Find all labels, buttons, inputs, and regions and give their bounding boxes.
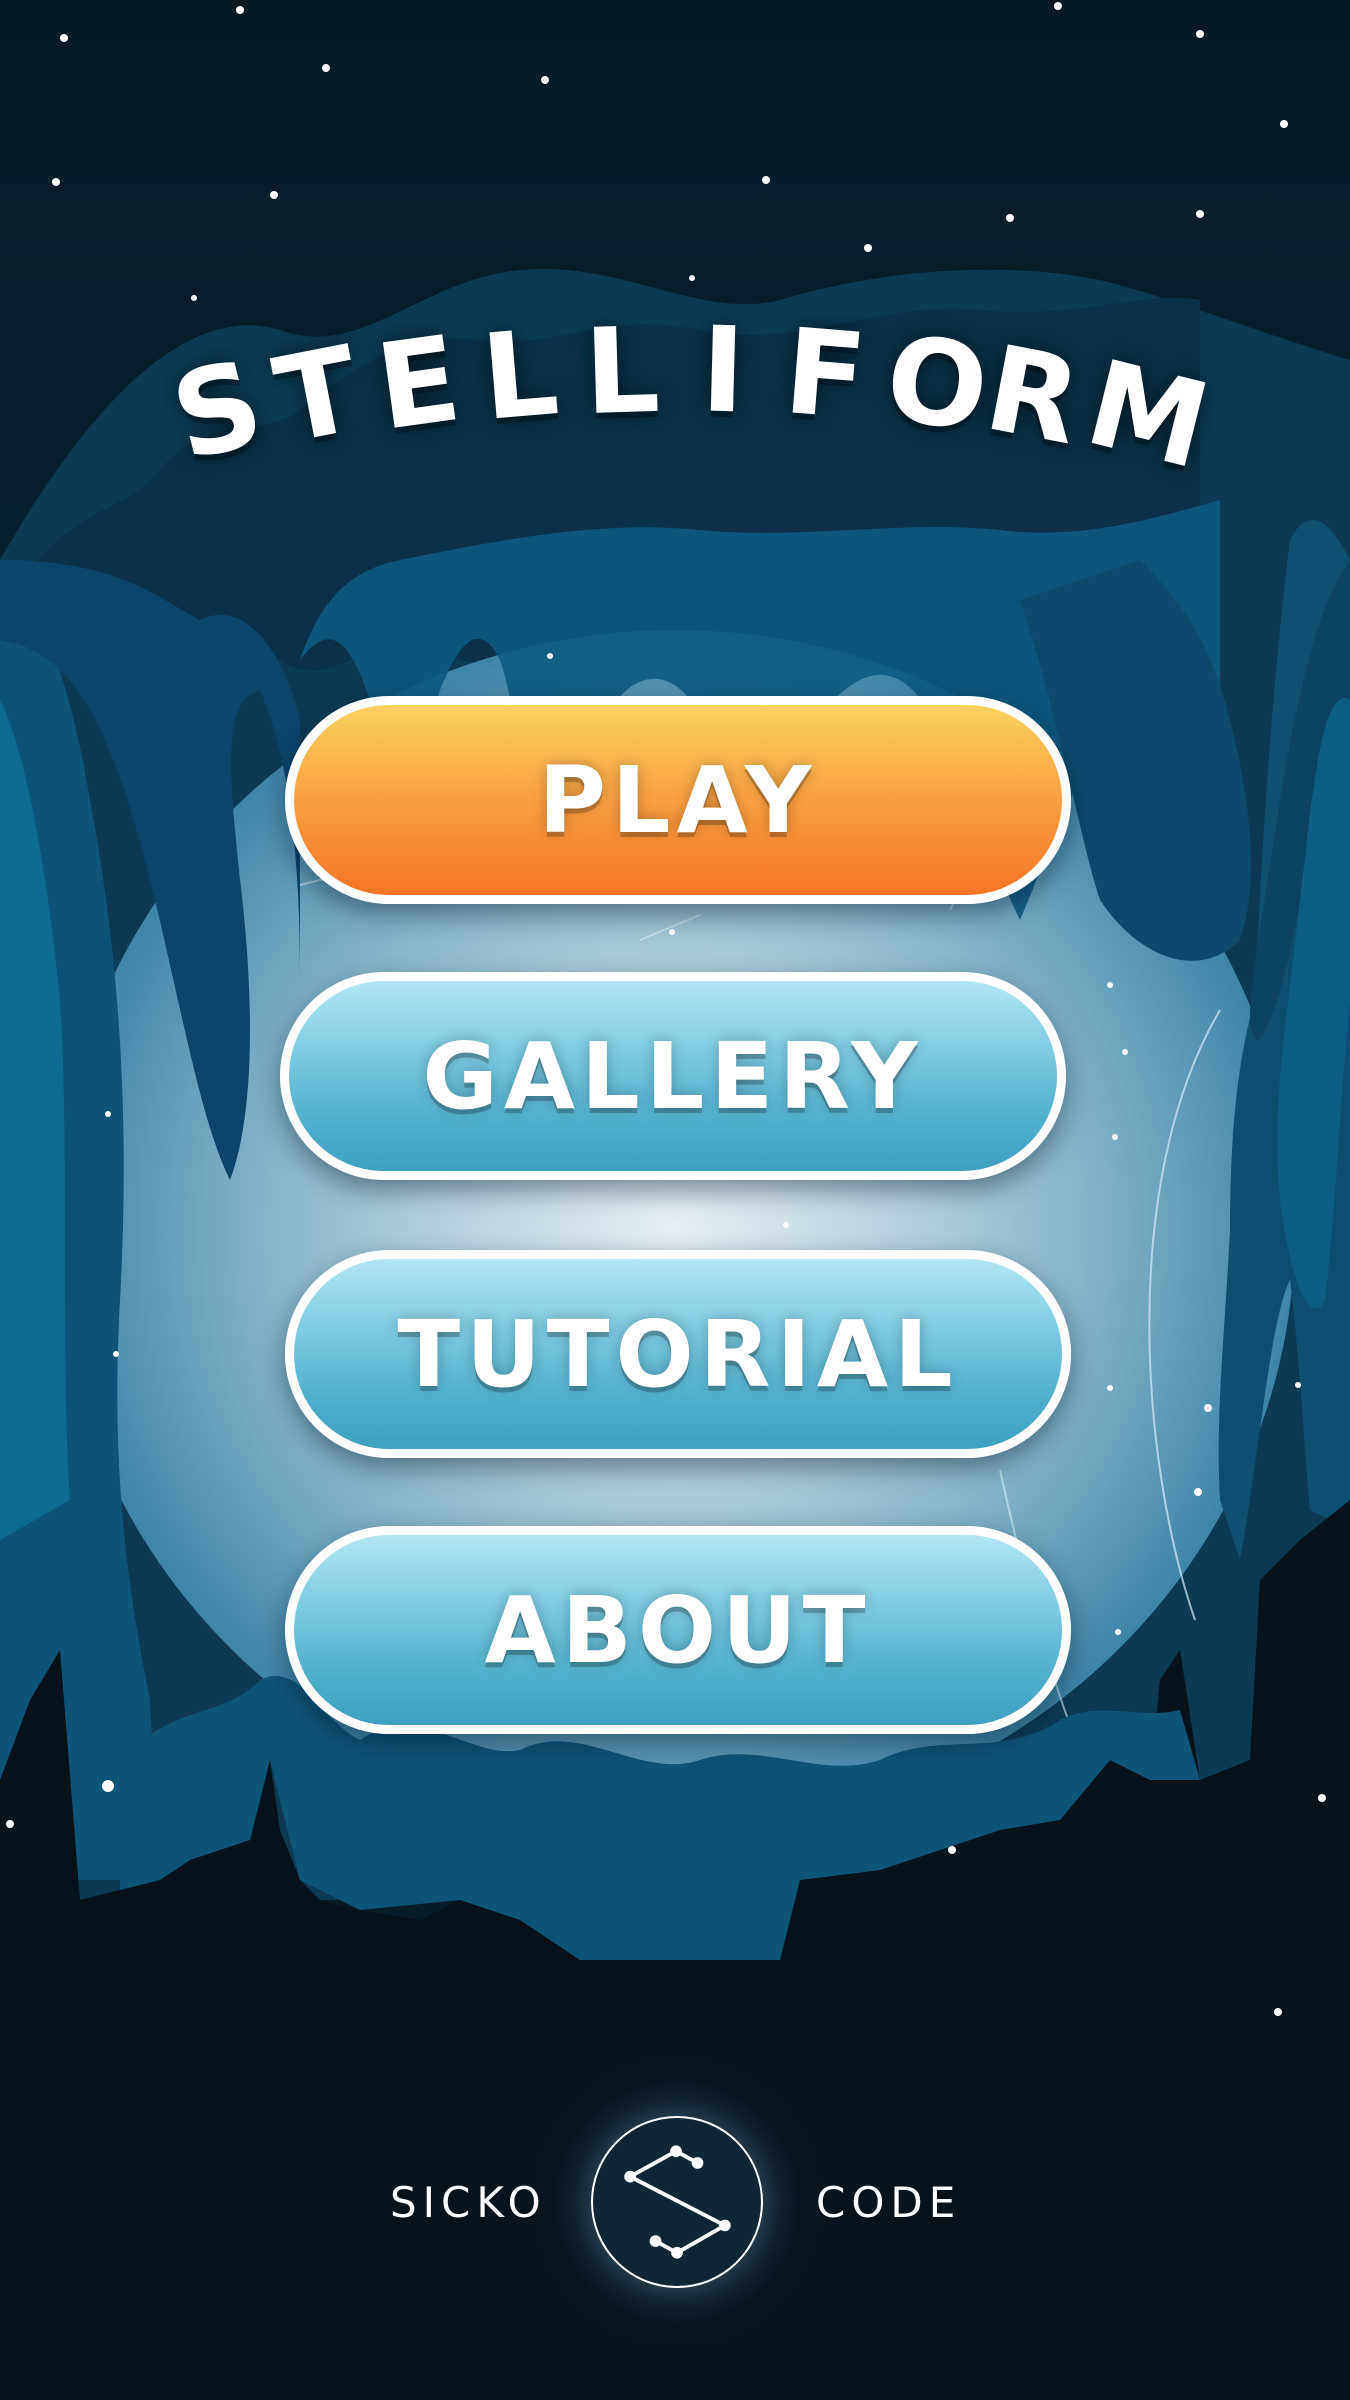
game-title-letter: T bbox=[264, 319, 370, 471]
tutorial-button-label: TUTORIAL bbox=[397, 1300, 959, 1408]
game-title-letter: L bbox=[476, 302, 564, 447]
game-title-letter: L bbox=[582, 300, 662, 441]
game-title-letter: E bbox=[369, 308, 469, 457]
game-title-letter: O bbox=[877, 308, 996, 459]
game-title: STELLIFORM bbox=[0, 300, 1350, 500]
studio-name-right: CODE bbox=[816, 2178, 962, 2227]
play-button[interactable]: PLAY bbox=[285, 696, 1071, 904]
studio-name-left: SICKO bbox=[390, 2178, 547, 2227]
constellation-s-icon bbox=[591, 2116, 763, 2288]
game-title-letter: M bbox=[1074, 333, 1222, 496]
game-title-letter: F bbox=[779, 302, 872, 447]
play-button-label: PLAY bbox=[538, 746, 818, 854]
about-button-label: ABOUT bbox=[484, 1576, 872, 1684]
game-title-letter: I bbox=[699, 300, 748, 440]
about-button[interactable]: ABOUT bbox=[285, 1526, 1071, 1734]
game-title-letter: S bbox=[159, 332, 276, 488]
tutorial-button[interactable]: TUTORIAL bbox=[285, 1250, 1071, 1458]
gallery-button-label: GALLERY bbox=[422, 1022, 924, 1130]
main-menu-screen: STELLIFORM PLAY GALLERY TUTORIAL ABOUT S… bbox=[0, 0, 1350, 2400]
gallery-button[interactable]: GALLERY bbox=[280, 972, 1066, 1180]
